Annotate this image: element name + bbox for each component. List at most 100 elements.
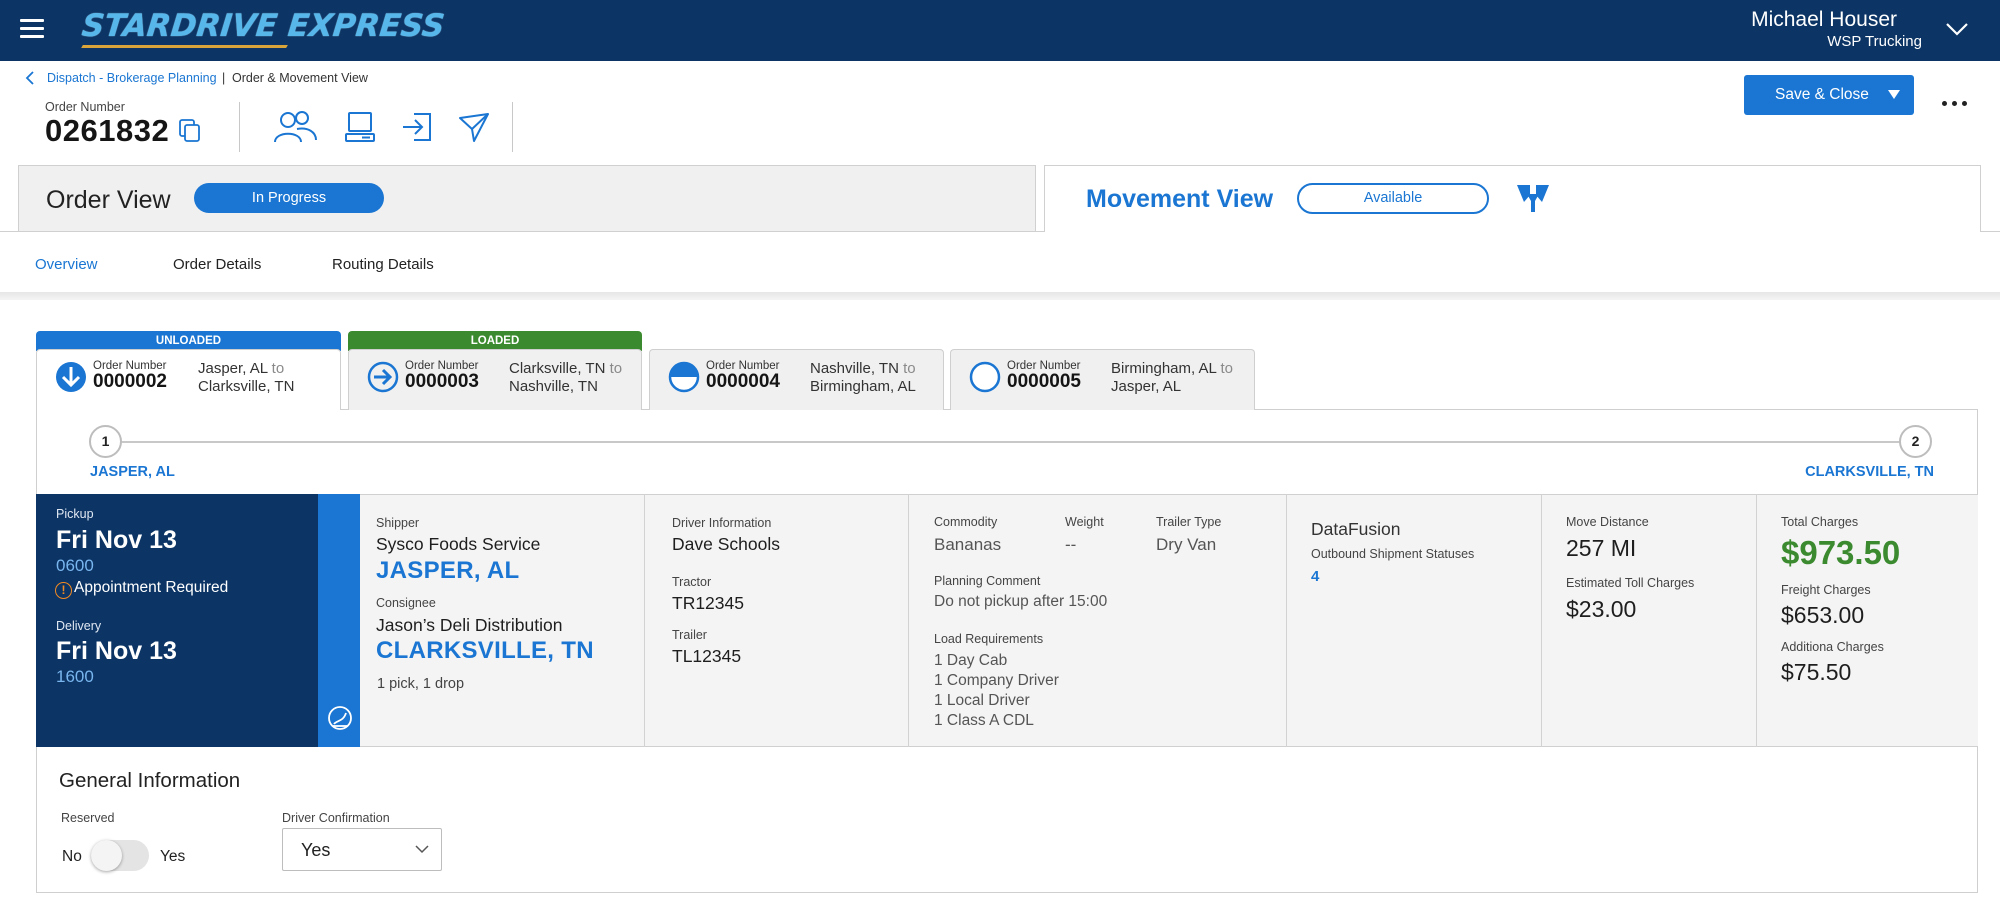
- toll-charges-value: $23.00: [1566, 596, 1637, 622]
- breadcrumb-link[interactable]: Dispatch - Brokerage Planning: [47, 71, 217, 85]
- send-icon[interactable]: [457, 109, 491, 145]
- load-requirement-item: 1 Local Driver: [934, 692, 1030, 709]
- laptop-icon[interactable]: [344, 109, 376, 145]
- column-divider: [1541, 494, 1542, 747]
- users-icon[interactable]: [272, 109, 318, 145]
- driver-confirmation-select[interactable]: Yes: [282, 828, 442, 871]
- load-requirement-item: 1 Company Driver: [934, 672, 1059, 689]
- toggle-knob: [91, 840, 122, 871]
- reserved-label: Reserved: [61, 811, 115, 825]
- order-view-title: Order View: [46, 186, 171, 214]
- column-divider: [908, 494, 909, 747]
- route-edit-icon[interactable]: [327, 705, 353, 731]
- reserved-toggle[interactable]: [91, 840, 149, 871]
- pickup-time: 0600: [56, 556, 94, 575]
- tab-order-details[interactable]: Order Details: [173, 256, 261, 273]
- additional-charges-value: $75.50: [1781, 659, 1852, 685]
- consignee-city: CLARKSVILLE, TN: [376, 637, 594, 664]
- order-number: 0000004: [706, 371, 780, 392]
- route-to-word: to: [271, 360, 285, 377]
- toolbar-divider: [512, 102, 513, 152]
- save-close-label: Save & Close: [1775, 86, 1869, 103]
- appointment-required-label: Appointment Required: [74, 579, 229, 596]
- delivery-time: 1600: [56, 667, 94, 686]
- move-distance-value: 257 MI: [1566, 535, 1637, 561]
- order-number: 0000003: [405, 371, 479, 392]
- chevron-down-icon[interactable]: [1944, 16, 1970, 42]
- breadcrumb-current: Order & Movement View: [232, 71, 368, 85]
- stop-card[interactable]: Order Number 0000004 Nashville, TN to Bi…: [649, 349, 944, 410]
- timeline-stop-node[interactable]: 1: [89, 425, 122, 458]
- freight-charges-label: Freight Charges: [1781, 583, 1871, 597]
- sign-in-icon[interactable]: [400, 109, 434, 145]
- stop-card[interactable]: Order Number 0000002 Jasper, AL to Clark…: [36, 349, 341, 410]
- route-to-word: to: [609, 360, 623, 377]
- order-number: 0261832: [45, 113, 170, 148]
- user-company: WSP Trucking: [1827, 33, 1922, 50]
- warning-icon: !: [55, 582, 72, 599]
- stops-summary: 1 pick, 1 drop: [377, 676, 465, 692]
- menu-icon[interactable]: [20, 19, 44, 39]
- more-options-icon[interactable]: [1942, 93, 1972, 106]
- tab-routing-details[interactable]: Routing Details: [332, 256, 434, 273]
- planning-comment: Do not pickup after 15:00: [934, 593, 1108, 610]
- delivery-label: Delivery: [56, 619, 102, 633]
- appointment-required-notice: ! Appointment Required: [55, 579, 228, 599]
- copy-icon[interactable]: [178, 118, 202, 144]
- general-information-heading: General Information: [59, 769, 241, 792]
- shipper-name: Sysco Foods Service: [376, 534, 541, 554]
- order-view-panel[interactable]: Order View In Progress: [18, 165, 1036, 231]
- trailer-type-value: Dry Van: [1156, 535, 1217, 554]
- trailer-number: TL12345: [672, 646, 742, 666]
- half-circle-icon: [668, 361, 700, 393]
- back-chevron-icon[interactable]: [24, 71, 36, 85]
- empty-circle-icon: [969, 361, 1001, 393]
- caret-down-icon[interactable]: [1888, 90, 1900, 99]
- order-number: 0000002: [93, 371, 167, 392]
- arrow-down-circle-icon: [56, 362, 86, 392]
- shipper-city: JASPER, AL: [376, 557, 520, 584]
- outbound-statuses-count-link[interactable]: 4: [1311, 568, 1319, 585]
- trailer-type-label: Trailer Type: [1156, 515, 1222, 529]
- tabs-divider: [0, 292, 2000, 300]
- save-close-button[interactable]: Save & Close: [1744, 75, 1914, 115]
- route-from-city: Clarksville, TN: [509, 360, 606, 377]
- reserved-no-label: No: [62, 848, 82, 865]
- load-requirement-item: 1 Class A CDL: [934, 712, 1034, 729]
- movement-view-panel[interactable]: Movement View Available: [1044, 165, 1981, 232]
- weight-label: Weight: [1065, 515, 1104, 529]
- tractor-number: TR12345: [672, 593, 744, 613]
- timeline-stop-node[interactable]: 2: [1899, 425, 1932, 458]
- top-app-bar: STARDRIVE EXPRESS Michael Houser WSP Tru…: [0, 0, 2000, 61]
- total-charges-label: Total Charges: [1781, 515, 1859, 529]
- consignee-label: Consignee: [376, 596, 436, 610]
- route-from: Jasper, AL to: [198, 360, 284, 377]
- status-badge-unloaded: UNLOADED: [36, 331, 341, 351]
- route-from-city: Nashville, TN: [810, 360, 899, 377]
- driver-confirmation-value: Yes: [301, 840, 331, 860]
- shipper-label: Shipper: [376, 516, 420, 530]
- toolbar-divider: [239, 102, 240, 152]
- arrow-right-circle-icon: [367, 361, 399, 393]
- stop-card[interactable]: Order Number 0000003 Clarksville, TN to …: [348, 349, 642, 410]
- stop-card[interactable]: Order Number 0000005 Birmingham, AL to J…: [950, 349, 1255, 410]
- order-number-label: Order Number: [45, 100, 125, 114]
- driver-info-label: Driver Information: [672, 516, 772, 530]
- route-to-city: Nashville, TN: [509, 378, 598, 395]
- status-badge-loaded: LOADED: [348, 331, 642, 351]
- datafusion-title: DataFusion: [1311, 519, 1401, 539]
- tab-overview[interactable]: Overview: [35, 256, 98, 273]
- consignee-name: Jason’s Deli Distribution: [376, 615, 563, 635]
- timeline-end-city: CLARKSVILLE, TN: [1805, 464, 1934, 480]
- delivery-date: Fri Nov 13: [56, 637, 177, 665]
- order-number: 0000005: [1007, 371, 1081, 392]
- route-filter-icon[interactable]: [1515, 182, 1551, 214]
- move-distance-label: Move Distance: [1566, 515, 1649, 529]
- pickup-date: Fri Nov 13: [56, 526, 177, 554]
- route-to-word: to: [903, 360, 916, 377]
- route-from: Birmingham, AL to: [1111, 360, 1233, 377]
- load-requirement-item: 1 Day Cab: [934, 652, 1008, 669]
- total-charges-value: $973.50: [1781, 534, 1901, 571]
- commodity-value: Bananas: [934, 535, 1002, 554]
- app-logo: STARDRIVE EXPRESS: [80, 8, 447, 44]
